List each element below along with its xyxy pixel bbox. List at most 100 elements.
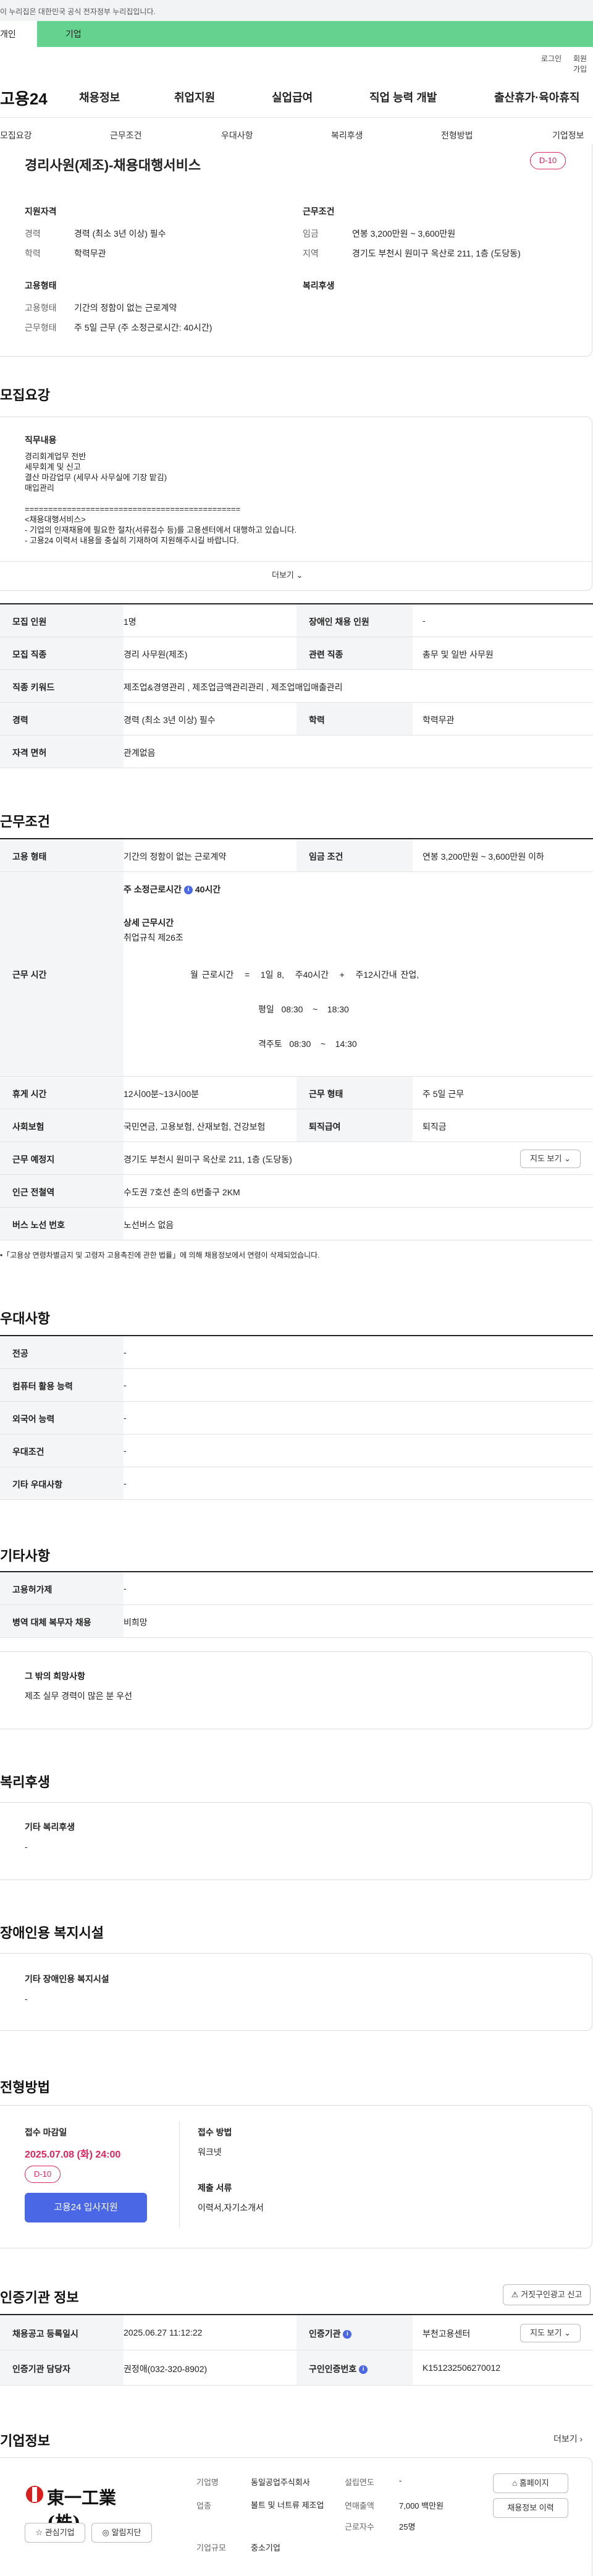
cell-value: - xyxy=(124,1347,127,1357)
apply-button[interactable]: 고용24 입사지원 xyxy=(25,2193,147,2222)
dday-badge: D-10 xyxy=(530,152,566,169)
table-row: 병역 대체 복무자 채용 비희망 xyxy=(0,1605,593,1638)
alert-icon: ⚠ xyxy=(511,2290,519,2299)
cell-label: 우대조건 xyxy=(12,1447,44,1457)
formula-part: + xyxy=(339,970,345,980)
signup-link[interactable]: 회원가입 xyxy=(573,53,593,74)
follow-company-button[interactable]: ◎ 알림지단 xyxy=(91,2523,152,2543)
duty-line: ========================================… xyxy=(25,504,241,514)
nav-jobs[interactable]: 채용정보 xyxy=(79,89,120,105)
nav-employment-support[interactable]: 취업지원 xyxy=(174,89,215,105)
more-button[interactable]: 더보기 ⌄ xyxy=(272,569,303,580)
cell-label: 컴퓨터 활용 능력 xyxy=(12,1381,73,1391)
duty-line xyxy=(25,493,568,504)
cell-value: - xyxy=(124,1446,127,1455)
login-link[interactable]: 로그인 xyxy=(541,53,561,64)
cell-value: 권정애(032-320-8902) xyxy=(124,2364,208,2374)
hope-value: 제조 실무 경력이 많은 분 우선 xyxy=(25,1691,133,1701)
info-icon[interactable]: i xyxy=(183,886,193,895)
cell-label: 장애인 채용 인원 xyxy=(309,617,369,627)
weekday-sep: ~ xyxy=(313,1004,318,1014)
subnav-welfare[interactable]: 복리후생 xyxy=(331,129,363,142)
cell-label: 병역 대체 복무자 채용 xyxy=(12,1617,91,1627)
company-field-value: 중소기업 xyxy=(251,2543,280,2553)
method-heading: 접수 방법 xyxy=(198,2127,232,2137)
formula-part: = xyxy=(244,970,250,980)
info-icon[interactable]: i xyxy=(343,2330,352,2339)
subnav-recruit[interactable]: 모집요강 xyxy=(0,129,32,142)
subnav-preferences[interactable]: 우대사항 xyxy=(221,129,253,142)
nav-skills[interactable]: 직업 능력 개발 xyxy=(369,89,437,105)
age-note: •「고용상 연령차별금지 및 고령자 고용촉진에 관한 법률」에 의해 채용정보… xyxy=(0,1250,320,1260)
job-history-button[interactable]: 채용정보 이력 xyxy=(493,2498,568,2518)
subnav-company[interactable]: 기업정보 xyxy=(552,129,584,142)
company-field-value: - xyxy=(399,2476,402,2485)
site-logo[interactable]: 고용24 xyxy=(0,87,48,109)
tab-business[interactable]: 기업 xyxy=(37,21,593,47)
cell-value: 2025.06.27 11:12:22 xyxy=(124,2328,203,2337)
table-row: 사회보험 국민연금, 고용보험, 산재보험, 건강보험 퇴직급여 퇴직금 xyxy=(0,1109,593,1142)
tab-business-label: 기업 xyxy=(65,29,82,39)
job-title: 경리사원(제조)-채용대행서비스 xyxy=(25,158,201,173)
others-heading: 기타사항 xyxy=(0,1548,50,1564)
emp-value-type: 기간의 정함이 없는 근로계약 xyxy=(74,303,177,313)
duty-line: 결산 마감업무 (세무사 사무실에 기장 맡김) xyxy=(25,473,167,482)
prefs-heading: 우대사항 xyxy=(0,1311,50,1326)
more-label: 더보기 xyxy=(272,570,294,580)
selection-heading: 전형방법 xyxy=(0,2080,50,2095)
cell-label: 사회보험 xyxy=(12,1122,44,1132)
cell-label: 기타 우대사항 xyxy=(12,1480,63,1489)
gov-banner-text: 이 누리집은 대한민국 공식 전자정부 누리집입니다. xyxy=(0,7,156,16)
tab-individual[interactable]: 개인 xyxy=(0,21,37,47)
saturday-label: 격주토 xyxy=(258,1039,282,1049)
docs-heading: 제출 서류 xyxy=(198,2183,232,2193)
saturday-sep: ~ xyxy=(320,1039,326,1049)
subnav-conditions[interactable]: 근무조건 xyxy=(110,129,142,142)
chevron-down-icon: ⌄ xyxy=(564,1154,571,1163)
table-row: 모집 인원 1명 장애인 채용 인원 - xyxy=(0,604,593,637)
cell-label: 인증기관 담당자 xyxy=(12,2364,71,2374)
company-field-label: 기업명 xyxy=(196,2478,219,2487)
table-row: 전공 - xyxy=(0,1336,593,1369)
formula-part: 주40시간 xyxy=(295,970,329,980)
detail-rule: 취업규칙 제26조 xyxy=(124,933,183,943)
home-icon: ⌂ xyxy=(512,2478,518,2488)
recruit-heading: 모집요강 xyxy=(0,388,50,403)
cell-label-certno: 구인인증번호 i xyxy=(309,2363,368,2375)
table-row: 고용허가제 - xyxy=(0,1572,593,1605)
formula-part: 주12시간내 잔업, xyxy=(355,970,419,980)
detail-hours-heading: 상세 근무시간 xyxy=(124,918,174,928)
bell-icon: ◎ xyxy=(102,2528,109,2537)
table-row: 경력 경력 (최소 3년 이상) 필수 학력 학력무관 xyxy=(0,703,593,735)
info-icon[interactable]: i xyxy=(359,2365,368,2375)
cell-label: 근무 예정지 xyxy=(12,1155,55,1164)
emp-label-type: 고용형태 xyxy=(25,303,57,313)
cell-label: 고용 형태 xyxy=(12,852,47,862)
map-button[interactable]: 지도 보기 ⌄ xyxy=(520,1150,581,1168)
saturday-hours: 격주토 08:30 ~ 14:30 xyxy=(258,1038,357,1050)
table-row: 자격 면허 관계없음 xyxy=(0,735,593,768)
cell-value: 주 5일 근무 xyxy=(423,1089,465,1099)
nav-unemployment[interactable]: 실업급여 xyxy=(272,89,313,105)
report-button[interactable]: ⚠ 거짓구인광고 신고 xyxy=(503,2284,591,2305)
cond-value-region: 경기도 부천시 원미구 옥산로 211, 1층 (도당동) xyxy=(352,248,521,258)
nav-parental-leave[interactable]: 출산휴가·육아휴직 xyxy=(494,89,579,105)
subnav-selection[interactable]: 전형방법 xyxy=(441,129,473,142)
agency-map-button[interactable]: 지도 보기 ⌄ xyxy=(520,2324,581,2342)
divider xyxy=(0,561,592,562)
saturday-start: 08:30 xyxy=(289,1039,311,1049)
map-button-label: 지도 보기 xyxy=(530,2328,562,2337)
homepage-button[interactable]: ⌂ 홈페이지 xyxy=(493,2473,568,2493)
disabled-box-heading: 기타 장애인용 복지시설 xyxy=(25,1974,109,1984)
cell-label: 인근 전철역 xyxy=(12,1187,55,1197)
favorite-company-button[interactable]: ☆ 관심기업 xyxy=(25,2523,85,2543)
company-more-link[interactable]: 더보기 › xyxy=(553,2433,582,2445)
docs-value: 이력서,자기소개서 xyxy=(198,2203,264,2213)
welfare-heading-summary: 복리후생 xyxy=(303,281,335,290)
cell-value: - xyxy=(124,1380,127,1390)
cell-value: - xyxy=(423,616,426,625)
cell-value: - xyxy=(124,1478,127,1488)
formula-part: 1일 8, xyxy=(260,970,285,980)
hope-heading: 그 밖의 희망사항 xyxy=(25,1671,85,1681)
company-field-value: 볼트 및 너트류 제조업 xyxy=(251,2501,324,2510)
